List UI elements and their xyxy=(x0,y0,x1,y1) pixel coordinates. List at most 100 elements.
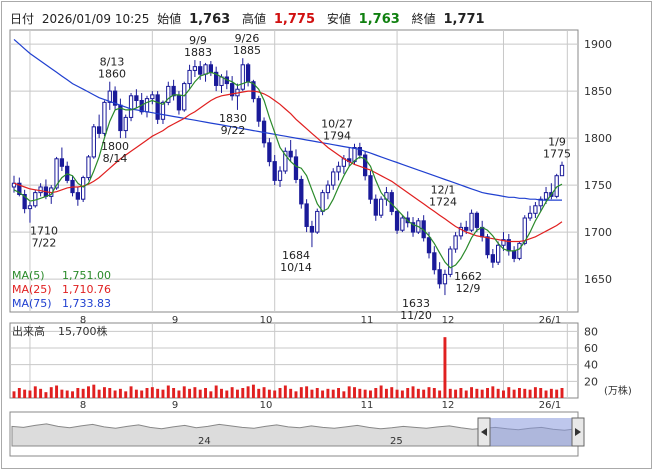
volume-bar xyxy=(33,386,37,398)
volume-bar xyxy=(44,392,48,398)
volume-bar xyxy=(28,390,32,398)
volume-bar xyxy=(145,388,149,398)
volume-bar xyxy=(400,390,404,398)
volume-bar xyxy=(81,388,85,398)
candle-body xyxy=(245,64,251,83)
candle-body xyxy=(198,66,203,75)
volume-bar xyxy=(129,386,133,398)
candle-body xyxy=(208,64,214,73)
candle-body xyxy=(182,83,187,111)
volume-bar xyxy=(528,389,532,398)
volume-bar xyxy=(549,388,553,398)
volume-bar xyxy=(251,384,255,398)
price-grid xyxy=(10,30,578,398)
candle-body xyxy=(485,236,490,256)
price-tick-label: 1700 xyxy=(584,226,612,239)
volume-bar xyxy=(422,389,426,398)
volume-bar xyxy=(512,389,516,398)
volume-bar xyxy=(539,388,543,398)
candle-body xyxy=(442,273,448,285)
ma25-legend-value: 1,710.76 xyxy=(62,283,111,296)
volume-bar xyxy=(395,389,399,398)
volume-bar xyxy=(17,388,21,398)
volume-bar xyxy=(193,387,197,398)
annotation-date: 7/22 xyxy=(32,237,57,250)
candle-body xyxy=(277,170,283,181)
volume-bar xyxy=(177,390,181,398)
candle-body xyxy=(86,156,91,179)
volume-bar xyxy=(257,388,261,398)
volume-bar xyxy=(209,391,213,398)
volume-bar xyxy=(363,389,367,398)
volume-bar xyxy=(353,387,356,398)
annotation-value: 1883 xyxy=(184,46,212,59)
candle-body xyxy=(325,184,331,194)
volume-bar xyxy=(198,389,202,398)
volume-bar xyxy=(220,388,223,398)
volume-bar xyxy=(172,388,176,398)
volume-bar xyxy=(305,386,309,398)
volume-bar xyxy=(491,386,495,398)
volume-bar xyxy=(406,388,410,398)
volume-month-tick-label: 11 xyxy=(361,400,374,411)
volume-bar xyxy=(390,387,394,398)
volume-bar xyxy=(523,388,527,398)
volume-bar xyxy=(140,390,144,398)
volume-bar xyxy=(76,388,80,398)
volume-tick-label: 40 xyxy=(584,359,598,372)
volume-bar xyxy=(533,387,537,398)
volume-bar xyxy=(470,387,474,398)
annotation-value: 1860 xyxy=(98,68,126,81)
volume-bar xyxy=(283,385,287,398)
month-tick-label: 26/1 xyxy=(539,315,561,326)
annotation-date: 8/14 xyxy=(103,152,128,165)
candle-body xyxy=(437,269,442,285)
volume-bar xyxy=(326,388,330,398)
price-annotations: 8/1318609/918839/26188518008/1418309/221… xyxy=(30,32,571,322)
volume-bar xyxy=(555,389,559,398)
candle-body xyxy=(426,237,432,254)
candle-body xyxy=(299,178,304,205)
ma75-legend-label: MA(75) xyxy=(12,297,52,310)
volume-bar xyxy=(204,388,207,398)
candle-body xyxy=(453,235,458,250)
candle-body xyxy=(469,212,474,231)
candle-body xyxy=(150,94,155,100)
navigator-left-handle[interactable] xyxy=(477,417,491,447)
navigator-right-handle[interactable] xyxy=(571,417,585,447)
ma75-line xyxy=(13,38,562,201)
volume-month-tick-label: 8 xyxy=(80,400,86,411)
candle-body xyxy=(559,164,565,177)
volume-bar xyxy=(475,388,479,398)
volume-axis: 20 40 60 80 xyxy=(584,325,598,388)
candle-body xyxy=(474,212,480,228)
volume-bar xyxy=(369,390,372,398)
candle-body xyxy=(144,98,150,113)
volume-month-axis: 8 9 10 11 12 26/1 xyxy=(80,400,561,411)
ma-legend: MA(5) 1,751.00 MA(25) 1,710.76 MA(75) 1,… xyxy=(12,269,111,310)
volume-bar xyxy=(502,390,505,398)
candle-body xyxy=(331,171,336,186)
volume-bar xyxy=(39,388,43,398)
candle-body xyxy=(187,69,192,85)
volume-bar xyxy=(416,388,420,398)
volume-bar xyxy=(427,387,431,398)
candle-body xyxy=(448,248,453,275)
volume-bar xyxy=(454,389,458,398)
month-tick-label: 9 xyxy=(172,315,178,326)
navigator-selection[interactable] xyxy=(490,418,572,446)
volume-bar xyxy=(246,386,250,398)
volume-bar xyxy=(161,389,165,398)
volume-bar xyxy=(235,389,239,398)
volume-bar xyxy=(517,388,521,398)
volume-bar xyxy=(71,391,74,398)
volume-bar xyxy=(507,387,511,398)
volume-bar xyxy=(97,389,101,398)
candle-body xyxy=(155,94,160,120)
volume-bar xyxy=(432,388,436,398)
candle-body xyxy=(27,205,33,210)
volume-bar xyxy=(124,391,128,398)
volume-bar xyxy=(60,389,64,398)
volume-bar xyxy=(113,390,117,398)
volume-bar xyxy=(87,386,90,398)
